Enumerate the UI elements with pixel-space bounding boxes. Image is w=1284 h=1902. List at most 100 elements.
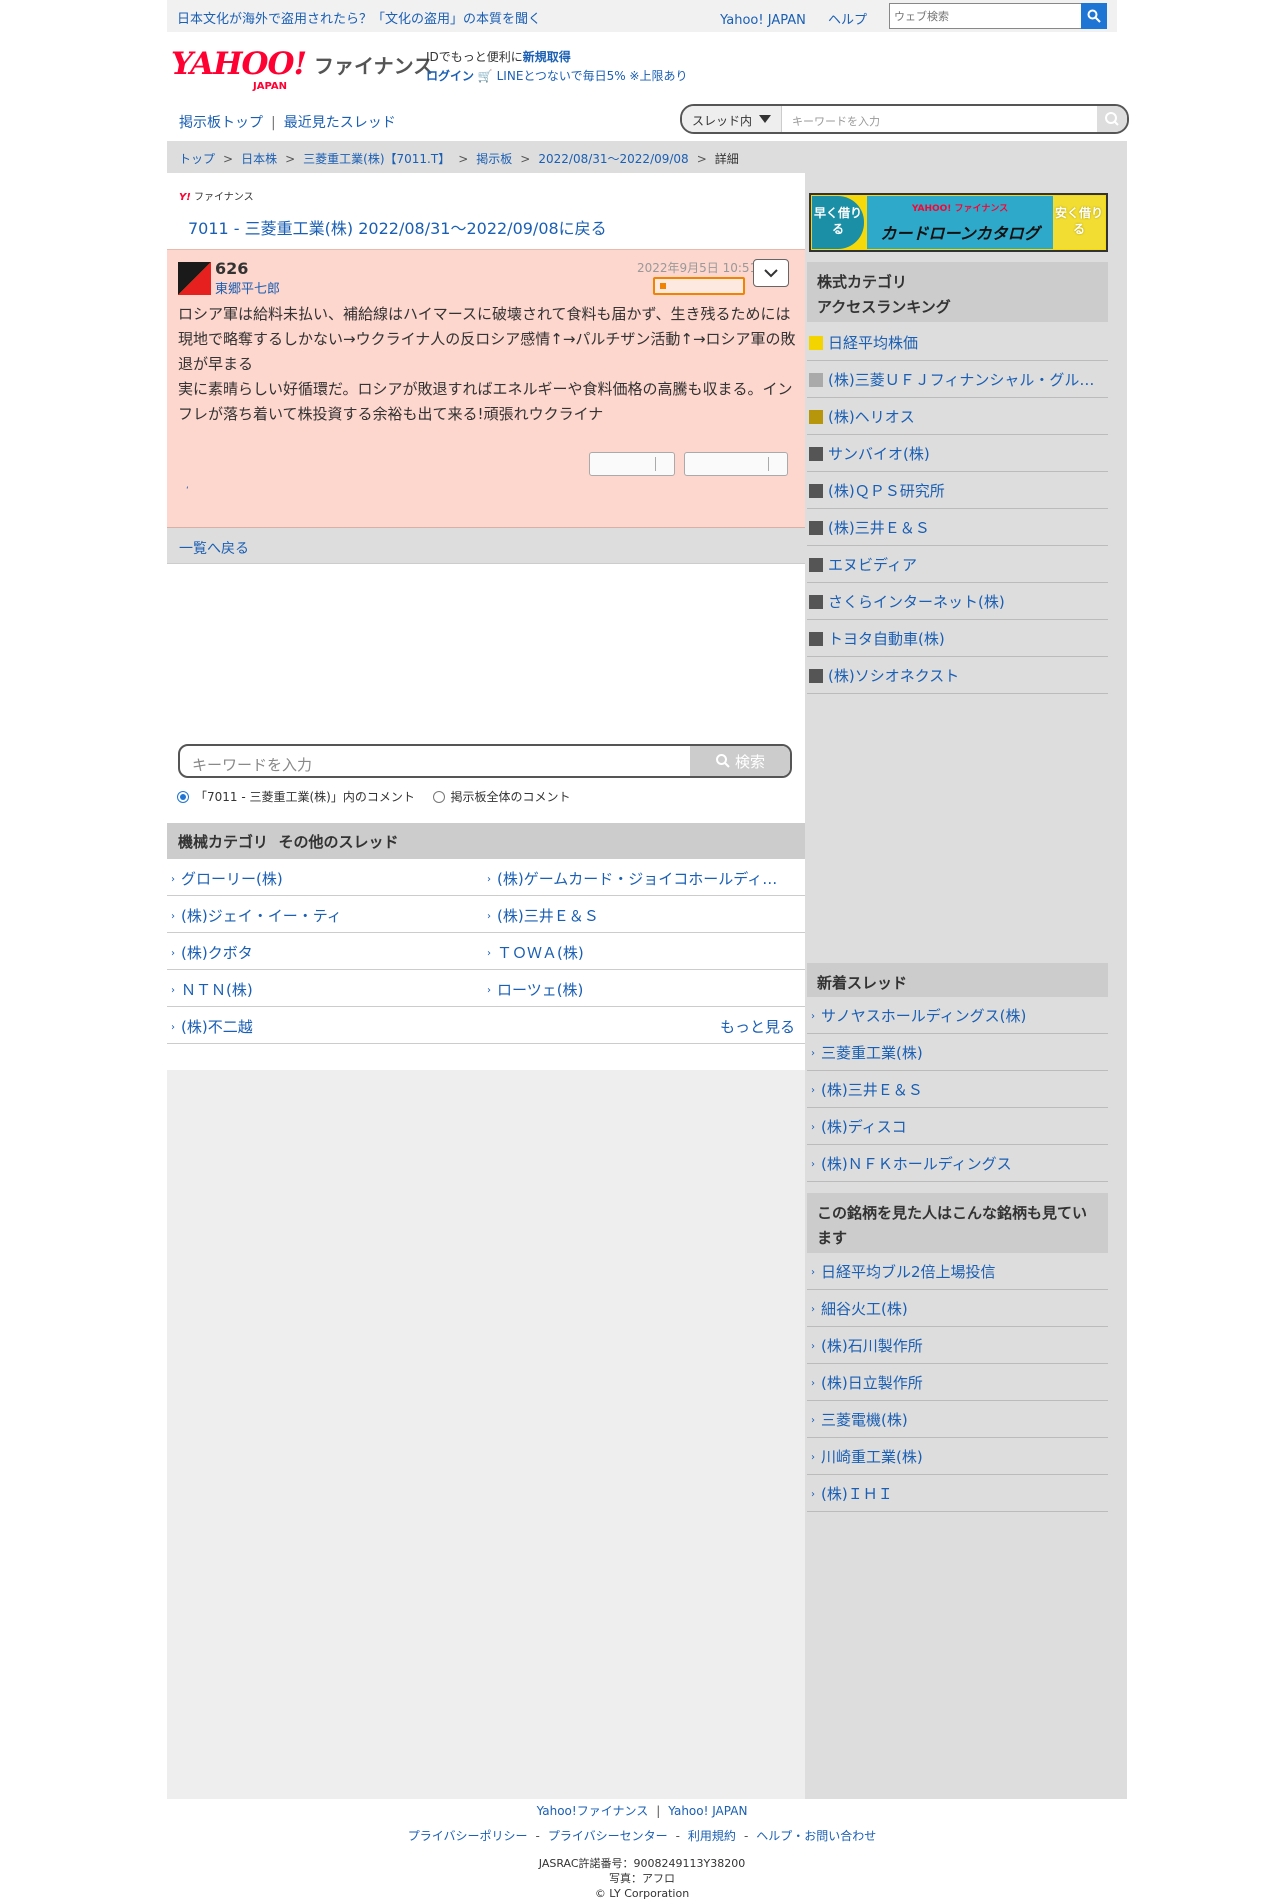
ranking-item[interactable]: (株)ソシオネクスト bbox=[807, 657, 1108, 694]
radio-thread-scope[interactable] bbox=[177, 791, 189, 803]
footer-finance-link[interactable]: Yahoo!ファイナンス bbox=[537, 1804, 649, 1818]
signup-link[interactable]: 新規取得 bbox=[523, 50, 571, 64]
list-item[interactable]: › (株)三井Ｅ＆Ｓ bbox=[807, 1071, 1108, 1108]
list-item-label: (株)石川製作所 bbox=[821, 1337, 923, 1355]
ranking-item[interactable]: 日経平均株価 bbox=[807, 324, 1108, 361]
like-button[interactable] bbox=[589, 452, 675, 476]
yahoo-japan-link[interactable]: Yahoo! JAPAN bbox=[720, 13, 806, 28]
bullet-icon: › bbox=[811, 1048, 815, 1059]
help-link[interactable]: ヘルプ bbox=[828, 13, 867, 28]
post-body: ロシア軍は給料未払い、補給線はハイマースに破壊されて食料も届かず、生き残るために… bbox=[178, 305, 796, 423]
list-item-label: (株)ＮＦＫホールディングス bbox=[821, 1155, 1012, 1173]
other-thread-link[interactable]: › グローリー(株) bbox=[171, 868, 481, 889]
ranking-item-name: エヌビディア bbox=[828, 556, 917, 574]
web-search-button[interactable] bbox=[1081, 3, 1107, 29]
post-author[interactable]: 東郷平七郎 bbox=[215, 278, 280, 297]
list-item[interactable]: › (株)日立製作所 bbox=[807, 1364, 1108, 1401]
list-item[interactable]: › 細谷火工(株) bbox=[807, 1290, 1108, 1327]
footer: Yahoo!ファイナンス | Yahoo! JAPAN プライバシーポリシー - プライ… bbox=[0, 1802, 1284, 1901]
privacy-center-link[interactable]: プライバシーセンター bbox=[548, 1829, 668, 1843]
ranking-item[interactable]: (株)ＱＰＳ研究所 bbox=[807, 472, 1108, 509]
ranking-item[interactable]: エヌビディア bbox=[807, 546, 1108, 583]
id-box: IDでもっと便利に新規取得 ログイン 🛒 LINEとつないで毎日5% ※上限あり bbox=[426, 48, 687, 86]
rank-marker-icon bbox=[809, 632, 823, 646]
footer-yahoo-link[interactable]: Yahoo! JAPAN bbox=[668, 1804, 747, 1818]
ranking-item-name: サンバイオ(株) bbox=[828, 445, 930, 463]
other-thread-link[interactable]: › ローツェ(株) bbox=[487, 979, 792, 1000]
ranking-item[interactable]: サンバイオ(株) bbox=[807, 435, 1108, 472]
user-rank-badge bbox=[653, 277, 745, 295]
list-item[interactable]: › (株)石川製作所 bbox=[807, 1327, 1108, 1364]
comment-search-label: 検索 bbox=[734, 752, 765, 771]
page: 日本文化が海外で盗用されたら？「文化の盗用」の本質を聞く Yahoo! JAPA… bbox=[0, 0, 1284, 1902]
comment-search-input[interactable]: キーワードを入力 bbox=[192, 754, 312, 775]
web-search-input[interactable] bbox=[890, 4, 1082, 28]
search-icon bbox=[1105, 112, 1119, 126]
help-contact-link[interactable]: ヘルプ・お問い合わせ bbox=[756, 1829, 876, 1843]
ranking-item-name: (株)ヘリオス bbox=[828, 408, 915, 426]
thread-search-button[interactable] bbox=[1097, 106, 1127, 132]
ad-brand: YAHOO! ファイナンス bbox=[911, 204, 1009, 214]
other-thread-link[interactable]: › (株)ジェイ・イー・ティ bbox=[171, 905, 481, 926]
login-link[interactable]: ログイン bbox=[426, 69, 474, 83]
privacy-policy-link[interactable]: プライバシーポリシー bbox=[408, 1829, 528, 1843]
chevron-down-icon bbox=[764, 269, 778, 278]
list-item[interactable]: › 三菱重工業(株) bbox=[807, 1034, 1108, 1071]
ranking-item[interactable]: トヨタ自動車(株) bbox=[807, 620, 1108, 657]
board-top-link[interactable]: 掲示板トップ bbox=[179, 115, 263, 131]
id-text: IDでもっと便利に bbox=[426, 50, 523, 64]
crumb-stock[interactable]: 三菱重工業(株)【7011.T】 bbox=[303, 152, 450, 166]
card-loan-ad[interactable]: 早く借りる YAHOO! ファイナンス カードローンカタログ 安く借りる bbox=[809, 193, 1108, 252]
other-thread-link[interactable]: › ＮＴＮ(株) bbox=[171, 979, 481, 1000]
other-thread-link[interactable]: › ＴＯＷＡ(株) bbox=[487, 942, 792, 963]
crumb-detail: 詳細 bbox=[714, 152, 739, 166]
finance-mini-logo: Y! ファイナンス bbox=[179, 192, 254, 203]
dislike-button[interactable] bbox=[684, 452, 788, 476]
radio-all-scope[interactable] bbox=[432, 791, 445, 803]
ranking-item[interactable]: (株)三井Ｅ＆Ｓ bbox=[807, 509, 1108, 546]
list-item[interactable]: › サノヤスホールディングス(株) bbox=[807, 997, 1108, 1034]
list-item: › (株)クボタ › ＴＯＷＡ(株) bbox=[167, 933, 805, 970]
ranking-item[interactable]: (株)三菱ＵＦＪフィナンシャル・グループ bbox=[807, 361, 1108, 398]
ad-banner-center: YAHOO! ファイナンス カードローンカタログ bbox=[867, 196, 1053, 249]
bullet-icon: › bbox=[811, 1011, 815, 1022]
thread-search-input[interactable]: キーワードを入力 bbox=[792, 113, 880, 129]
dropdown-icon bbox=[759, 115, 771, 123]
crumb-period[interactable]: 2022/08/31〜2022/09/08 bbox=[538, 152, 688, 166]
list-item[interactable]: › 三菱電機(株) bbox=[807, 1401, 1108, 1438]
other-thread-link[interactable]: › (株)クボタ bbox=[171, 942, 481, 963]
post-reply-link[interactable]: ʻ bbox=[186, 486, 189, 496]
rank-marker-icon bbox=[809, 373, 823, 387]
crumb-jp-stocks[interactable]: 日本株 bbox=[241, 152, 277, 166]
list-item[interactable]: › 川崎重工業(株) bbox=[807, 1438, 1108, 1475]
also-viewed-heading: この銘柄を見た人はこんな銘柄も見ています bbox=[807, 1193, 1108, 1253]
ranking-item[interactable]: (株)ヘリオス bbox=[807, 398, 1108, 435]
list-item[interactable]: › (株)ＩＨＩ bbox=[807, 1475, 1108, 1512]
top-news-link[interactable]: 日本文化が海外で盗用されたら？「文化の盗用」の本質を聞く bbox=[177, 8, 541, 27]
recent-threads-link[interactable]: 最近見たスレッド bbox=[284, 115, 396, 131]
list-item[interactable]: › (株)ディスコ bbox=[807, 1108, 1108, 1145]
other-thread-link[interactable]: › (株)不二越 bbox=[171, 1016, 481, 1037]
terms-link[interactable]: 利用規約 bbox=[688, 1829, 736, 1843]
back-to-list-link[interactable]: 一覧へ戻る bbox=[179, 541, 249, 557]
other-thread-link[interactable]: › (株)三井Ｅ＆Ｓ bbox=[487, 905, 792, 926]
yahoo-finance-logo[interactable]: YAHOO! JAPAN ファイナンス bbox=[171, 46, 433, 92]
line-link[interactable]: LINEとつないで毎日5% ※上限あり bbox=[497, 69, 688, 83]
comment-search-button[interactable]: 検索 bbox=[690, 746, 790, 776]
user-flag-icon bbox=[178, 262, 211, 295]
other-threads-list: › グローリー(株) › (株)ゲームカード・ジョイコホールディングス › (株)ジェ… bbox=[167, 859, 805, 1044]
post: 626 東郷平七郎 2022年9月5日 10:51 ロシア軍は給料未払い、補給線… bbox=[167, 249, 805, 528]
crumb-top[interactable]: トップ bbox=[179, 152, 215, 166]
crumb-board[interactable]: 掲示板 bbox=[476, 152, 512, 166]
post-menu-button[interactable] bbox=[753, 259, 789, 287]
search-scope-select[interactable]: スレッド内 bbox=[682, 106, 782, 132]
list-item[interactable]: › 日経平均ブル2倍上場投信 bbox=[807, 1253, 1108, 1290]
list-item[interactable]: › (株)ＮＦＫホールディングス bbox=[807, 1145, 1108, 1182]
ranking-item[interactable]: さくらインターネット(株) bbox=[807, 583, 1108, 620]
ranking-item-name: (株)ＱＰＳ研究所 bbox=[828, 482, 945, 500]
search-scope-radios: 「7011 - 三菱重工業(株)」内のコメント 掲示板全体のコメント bbox=[177, 788, 571, 805]
back-to-thread-link[interactable]: 7011 - 三菱重工業(株) 2022/08/31〜2022/09/08に戻る bbox=[188, 215, 607, 239]
other-thread-link[interactable]: › (株)ゲームカード・ジョイコホールディングス bbox=[487, 868, 792, 889]
more-threads-link[interactable]: もっと見る bbox=[720, 1016, 795, 1037]
other-threads-heading: 機械カテゴリ その他のスレッド bbox=[167, 823, 805, 859]
